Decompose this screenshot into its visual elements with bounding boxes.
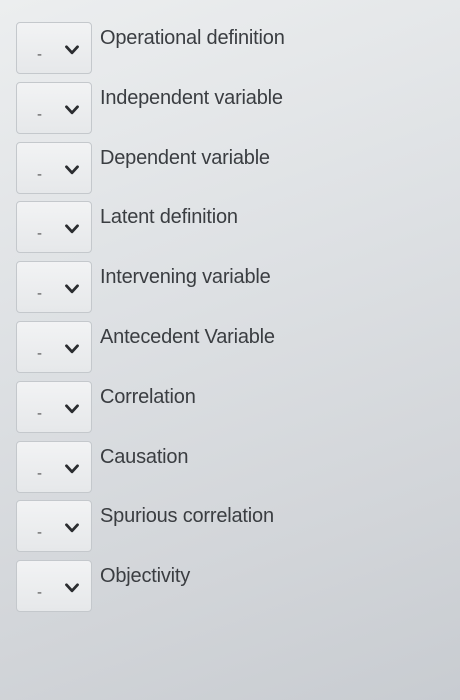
term-label: Objectivity <box>100 565 191 588</box>
term-label: Latent definition <box>100 206 238 229</box>
chevron-down-icon <box>65 523 79 533</box>
selected-value: - <box>37 165 42 183</box>
matching-row-latent-definition: - Latent definition <box>16 201 436 261</box>
chevron-down-icon <box>65 284 79 294</box>
chevron-down-icon <box>65 404 79 414</box>
dropdown-select[interactable]: - <box>16 201 92 254</box>
dropdown-select[interactable]: - <box>16 261 92 314</box>
term-label: Spurious correlation <box>100 505 274 528</box>
chevron-down-icon <box>65 164 79 175</box>
dropdown-select[interactable]: - <box>16 22 92 74</box>
selected-value: - <box>37 225 42 243</box>
chevron-down-icon <box>65 45 79 55</box>
matching-row-correlation: - Correlation <box>16 380 436 441</box>
selected-value: - <box>37 404 42 422</box>
term-label: Independent variable <box>100 86 283 109</box>
dropdown-select[interactable]: - <box>16 380 92 433</box>
chevron-down-icon <box>65 463 79 474</box>
chevron-down-icon <box>65 344 79 354</box>
matching-row-intervening-variable: - Intervening variable <box>16 261 436 321</box>
term-label: Intervening variable <box>100 266 271 289</box>
dropdown-select[interactable]: - <box>16 320 92 373</box>
selected-value: - <box>37 344 42 362</box>
matching-row-spurious-correlation: - Spurious correlation <box>16 500 436 560</box>
term-label: Antecedent Variable <box>100 325 275 348</box>
term-label: Dependent variable <box>100 146 270 169</box>
chevron-down-icon <box>65 583 79 593</box>
selected-value: - <box>37 464 42 482</box>
dropdown-select[interactable]: - <box>16 141 92 194</box>
selected-value: - <box>37 105 42 123</box>
selected-value: - <box>37 584 42 602</box>
chevron-down-icon <box>65 105 79 115</box>
matching-row-operational-definition: - Operational definition <box>16 22 436 82</box>
term-label: Operational definition <box>100 27 285 49</box>
selected-value: - <box>37 524 42 542</box>
dropdown-select[interactable]: - <box>16 500 92 553</box>
dropdown-select[interactable]: - <box>16 440 92 493</box>
matching-row-antecedent-variable: - Antecedent Variable <box>16 320 436 381</box>
dropdown-select[interactable]: - <box>16 560 92 613</box>
selected-value: - <box>37 285 42 303</box>
term-label: Correlation <box>100 385 196 408</box>
matching-row-dependent-variable: - Dependent variable <box>16 141 436 202</box>
dropdown-select[interactable]: - <box>16 81 92 134</box>
matching-row-objectivity: - Objectivity <box>16 560 436 620</box>
selected-value: - <box>37 46 42 63</box>
matching-row-independent-variable: - Independent variable <box>16 81 436 142</box>
chevron-down-icon <box>65 224 79 234</box>
matching-list: - Operational definition - Independent v… <box>16 22 436 620</box>
term-label: Causation <box>100 445 189 468</box>
matching-row-causation: - Causation <box>16 440 436 501</box>
